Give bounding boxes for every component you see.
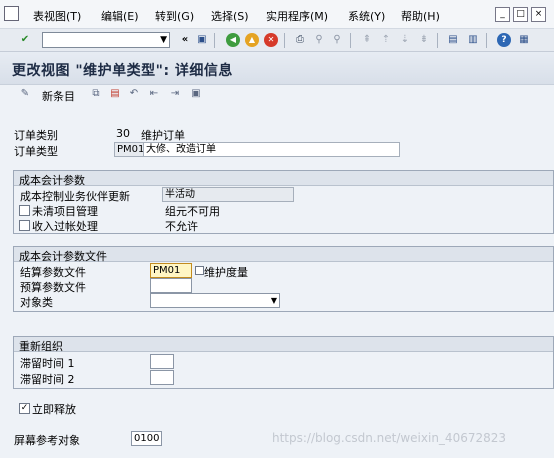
budget-profile-input[interactable]: [150, 278, 192, 293]
new-entries-button[interactable]: 新条目: [42, 88, 75, 104]
previous-entry-icon[interactable]: ⇤: [147, 87, 161, 101]
change-display-icon[interactable]: ✎: [18, 87, 32, 101]
new-session-icon[interactable]: ▤: [446, 33, 460, 47]
toolbar-divider: [284, 33, 285, 48]
page-title: 更改视图 "维护单类型": 详细信息: [12, 63, 233, 79]
cost-update-value: 半活动: [165, 189, 195, 200]
watermark: https://blog.csdn.net/weixin_40672823: [272, 431, 507, 445]
order-category-text: 维护订单: [141, 129, 185, 142]
object-class-label: 对象类: [20, 296, 53, 309]
cancel-icon[interactable]: ✕: [264, 33, 278, 47]
next-page-icon[interactable]: ⇣: [398, 33, 412, 47]
toolbar-divider: [437, 33, 438, 48]
co-params-title: 成本会计参数: [19, 174, 85, 187]
find-icon[interactable]: ⚲: [312, 33, 326, 47]
undo-icon[interactable]: ↶: [127, 87, 141, 101]
order-type-text-value: 大修、改造订单: [146, 144, 216, 155]
order-type-code: PM01: [114, 142, 144, 157]
revenue-checkbox[interactable]: [19, 220, 30, 231]
residence-time-1-input[interactable]: [150, 354, 174, 369]
reorg-header: 重新组织: [14, 337, 553, 353]
object-class-select[interactable]: ▼: [150, 293, 280, 308]
print-icon[interactable]: ⎙: [293, 33, 307, 47]
residence-time-2-label: 滞留时间 2: [20, 373, 75, 386]
screen-ref-label: 屏幕参考对象: [14, 434, 80, 447]
select-all-icon[interactable]: ▣: [189, 87, 203, 101]
command-field[interactable]: ▼: [42, 32, 170, 48]
copy-icon[interactable]: ⧉: [89, 87, 103, 101]
next-entry-icon[interactable]: ⇥: [168, 87, 182, 101]
screen-ref-value: 0100: [134, 433, 160, 444]
prev-page-icon[interactable]: ⇡: [379, 33, 393, 47]
chevron-down-icon[interactable]: ▼: [271, 294, 277, 307]
menu-help[interactable]: 帮助(H): [401, 8, 440, 24]
open-items-value: 组元不可用: [165, 205, 220, 218]
layout-icon[interactable]: ▦: [517, 33, 531, 47]
co-params-header: 成本会计参数: [14, 171, 553, 187]
last-page-icon[interactable]: ⇟: [417, 33, 431, 47]
settlement-profile-text: 维护度量: [204, 266, 248, 279]
co-params-group: 成本会计参数 成本控制业务伙伴更新 半活动 未清项目管理 组元不可用 收入过帐处…: [13, 170, 554, 234]
menu-goto[interactable]: 转到(G): [155, 8, 194, 24]
shortcut-icon[interactable]: ▥: [466, 33, 480, 47]
residence-time-1-label: 滞留时间 1: [20, 357, 75, 370]
open-items-checkbox[interactable]: [19, 205, 30, 216]
settlement-profile-input[interactable]: PM01: [150, 263, 192, 278]
order-type-code-value: PM01: [117, 144, 145, 155]
toolbar-divider: [350, 33, 351, 48]
exit-icon[interactable]: ▲: [245, 33, 259, 47]
search-help-icon[interactable]: [195, 266, 204, 275]
back-icon[interactable]: ◀: [226, 33, 240, 47]
minimize-icon[interactable]: _: [495, 7, 510, 22]
co-profiles-title: 成本会计参数文件: [19, 250, 107, 263]
toolbar-divider: [214, 33, 215, 48]
release-immediately-checkbox[interactable]: ✓: [19, 403, 30, 414]
title-bar: 更改视图 "维护单类型": 详细信息: [0, 52, 554, 85]
cost-update-field: 半活动: [162, 187, 294, 202]
system-menu-icon[interactable]: [4, 6, 19, 21]
toolbar-divider: [486, 33, 487, 48]
screen-ref-input[interactable]: 0100: [131, 431, 162, 446]
co-profiles-header: 成本会计参数文件: [14, 247, 553, 263]
cost-update-label: 成本控制业务伙伴更新: [20, 190, 130, 203]
menu-system[interactable]: 系统(Y): [348, 8, 385, 24]
standard-toolbar: ✔ ▼ « ▣ ◀ ▲ ✕ ⎙ ⚲ ⚲ ⇞ ⇡ ⇣ ⇟ ▤ ▥ ? ▦: [0, 29, 554, 52]
close-icon[interactable]: ×: [531, 7, 546, 22]
first-page-icon[interactable]: ⇞: [360, 33, 374, 47]
residence-time-2-input[interactable]: [150, 370, 174, 385]
menu-selection[interactable]: 选择(S): [211, 8, 249, 24]
reorg-title: 重新组织: [19, 340, 63, 353]
order-type-label: 订单类型: [14, 145, 58, 158]
find-next-icon[interactable]: ⚲: [330, 33, 344, 47]
order-category-label: 订单类别: [14, 129, 58, 142]
maximize-icon[interactable]: □: [513, 7, 528, 22]
chevron-down-icon[interactable]: ▼: [160, 33, 167, 47]
delete-icon[interactable]: ▤: [108, 87, 122, 101]
revenue-label: 收入过帐处理: [32, 220, 98, 233]
menu-edit[interactable]: 编辑(E): [101, 8, 139, 24]
menu-utilities[interactable]: 实用程序(M): [266, 8, 328, 24]
settlement-profile-value: PM01: [153, 265, 181, 276]
budget-profile-label: 预算参数文件: [20, 281, 86, 294]
revenue-value: 不允许: [165, 220, 198, 233]
menu-bar: 表视图(T) 编辑(E) 转到(G) 选择(S) 实用程序(M) 系统(Y) 帮…: [0, 0, 554, 29]
menu-table-view[interactable]: 表视图(T): [33, 8, 81, 24]
application-toolbar: ✎ 新条目 ⧉ ▤ ↶ ⇤ ⇥ ▣: [0, 85, 554, 107]
order-type-text: 大修、改造订单: [143, 142, 400, 157]
reorg-group: 重新组织 滞留时间 1 滞留时间 2: [13, 336, 554, 389]
co-profiles-group: 成本会计参数文件 结算参数文件 PM01 维护度量 预算参数文件 对象类 ▼: [13, 246, 554, 312]
release-immediately-label: 立即释放: [32, 403, 76, 416]
help-icon[interactable]: ?: [497, 33, 511, 47]
open-items-label: 未清项目管理: [32, 205, 98, 218]
order-category-code: 30: [116, 127, 130, 140]
history-icon[interactable]: «: [178, 33, 192, 47]
settlement-profile-label: 结算参数文件: [20, 266, 86, 279]
enter-icon[interactable]: ✔: [18, 33, 32, 47]
save-icon[interactable]: ▣: [195, 33, 209, 47]
